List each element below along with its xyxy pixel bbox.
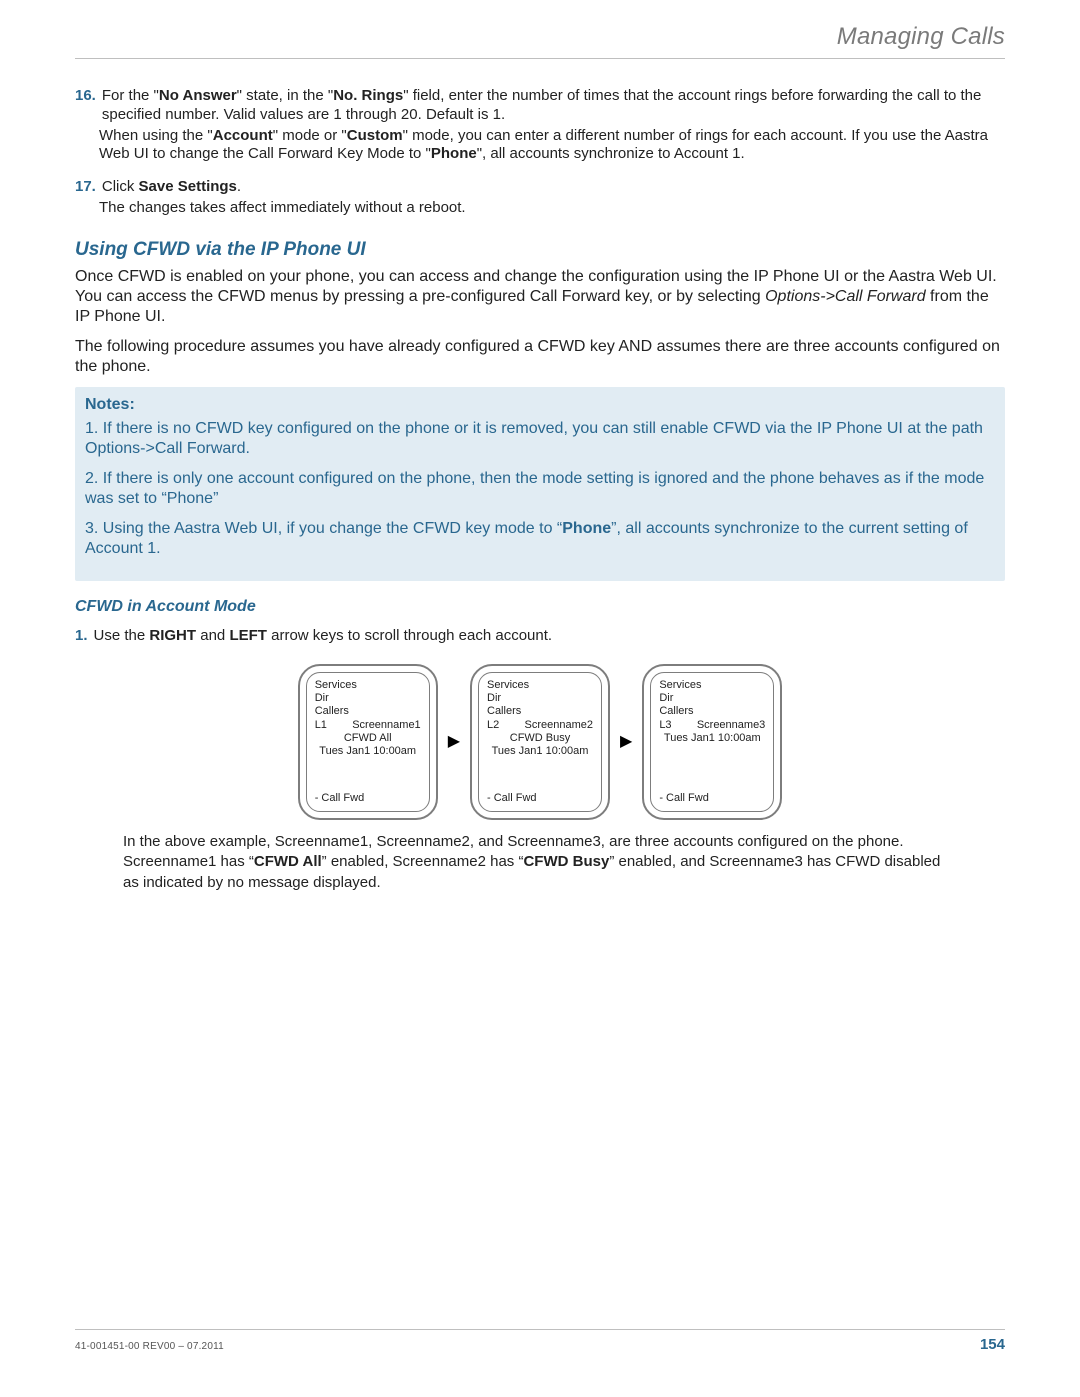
phone-screen: Services Dir Callers L1 Screenname1 CFWD… — [298, 664, 438, 820]
screen-date: Tues Jan1 10:00am — [315, 745, 421, 758]
screen-line: Dir — [659, 692, 765, 705]
screen-status: CFWD Busy — [487, 732, 593, 745]
screen-line: L1 Screenname1 — [315, 719, 421, 732]
step-1: 1. Use the RIGHT and LEFT arrow keys to … — [75, 627, 1005, 646]
step-number: 1. — [75, 627, 88, 646]
page-number: 154 — [980, 1336, 1005, 1355]
arrow-right-icon: ▶ — [618, 732, 634, 752]
notes-box: Notes: 1. If there is no CFWD key config… — [75, 387, 1005, 581]
screen-line: Services — [659, 679, 765, 692]
step-number: 16. — [75, 87, 96, 125]
screen-line: Services — [315, 679, 421, 692]
screen-line: L3 Screenname3 — [659, 719, 765, 732]
screen-callfwd: - Call Fwd — [315, 792, 421, 805]
step-text: Use the RIGHT and LEFT arrow keys to scr… — [94, 627, 553, 646]
doc-id: 41-001451-00 REV00 – 07.2011 — [75, 1341, 224, 1354]
paragraph: The following procedure assumes you have… — [75, 337, 1005, 377]
phone-screens-row: Services Dir Callers L1 Screenname1 CFWD… — [75, 664, 1005, 820]
note-item: 3. Using the Aastra Web UI, if you chang… — [85, 519, 995, 559]
arrow-right-icon: ▶ — [446, 732, 462, 752]
note-item: 2. If there is only one account configur… — [85, 469, 995, 509]
screen-line: Dir — [315, 692, 421, 705]
paragraph: Once CFWD is enabled on your phone, you … — [75, 267, 1005, 327]
screen-line: Callers — [315, 705, 421, 718]
note-item: 1. If there is no CFWD key configured on… — [85, 419, 995, 459]
screen-date: Tues Jan1 10:00am — [487, 745, 593, 758]
page-footer: 41-001451-00 REV00 – 07.2011 154 — [75, 1329, 1005, 1355]
step-17-continued: The changes takes affect immediately wit… — [75, 199, 1005, 218]
step-16: 16. For the "No Answer" state, in the "N… — [75, 87, 1005, 164]
step-16-continued: When using the "Account" mode or "Custom… — [75, 127, 1005, 165]
subsection-heading: CFWD in Account Mode — [75, 597, 1005, 617]
phone-screen: Services Dir Callers L2 Screenname2 CFWD… — [470, 664, 610, 820]
screen-callfwd: - Call Fwd — [487, 792, 593, 805]
screen-line: Callers — [487, 705, 593, 718]
step-17: 17. Click Save Settings. The changes tak… — [75, 178, 1005, 218]
step-number: 17. — [75, 178, 96, 197]
screen-line: Dir — [487, 692, 593, 705]
section-heading: Using CFWD via the IP Phone UI — [75, 238, 1005, 262]
screen-line: L2 Screenname2 — [487, 719, 593, 732]
running-header: Managing Calls — [75, 22, 1005, 59]
step-text: For the "No Answer" state, in the "No. R… — [102, 87, 1005, 125]
notes-label: Notes: — [85, 395, 995, 415]
screen-status: CFWD All — [315, 732, 421, 745]
figure-caption: In the above example, Screenname1, Scree… — [123, 832, 957, 893]
screen-callfwd: - Call Fwd — [659, 792, 765, 805]
phone-screen: Services Dir Callers L3 Screenname3 Tues… — [642, 664, 782, 820]
screen-date: Tues Jan1 10:00am — [659, 732, 765, 745]
step-text: Click Save Settings. — [102, 178, 241, 197]
page-body: Managing Calls 16. For the "No Answer" s… — [75, 22, 1005, 893]
screen-line: Callers — [659, 705, 765, 718]
screen-line: Services — [487, 679, 593, 692]
